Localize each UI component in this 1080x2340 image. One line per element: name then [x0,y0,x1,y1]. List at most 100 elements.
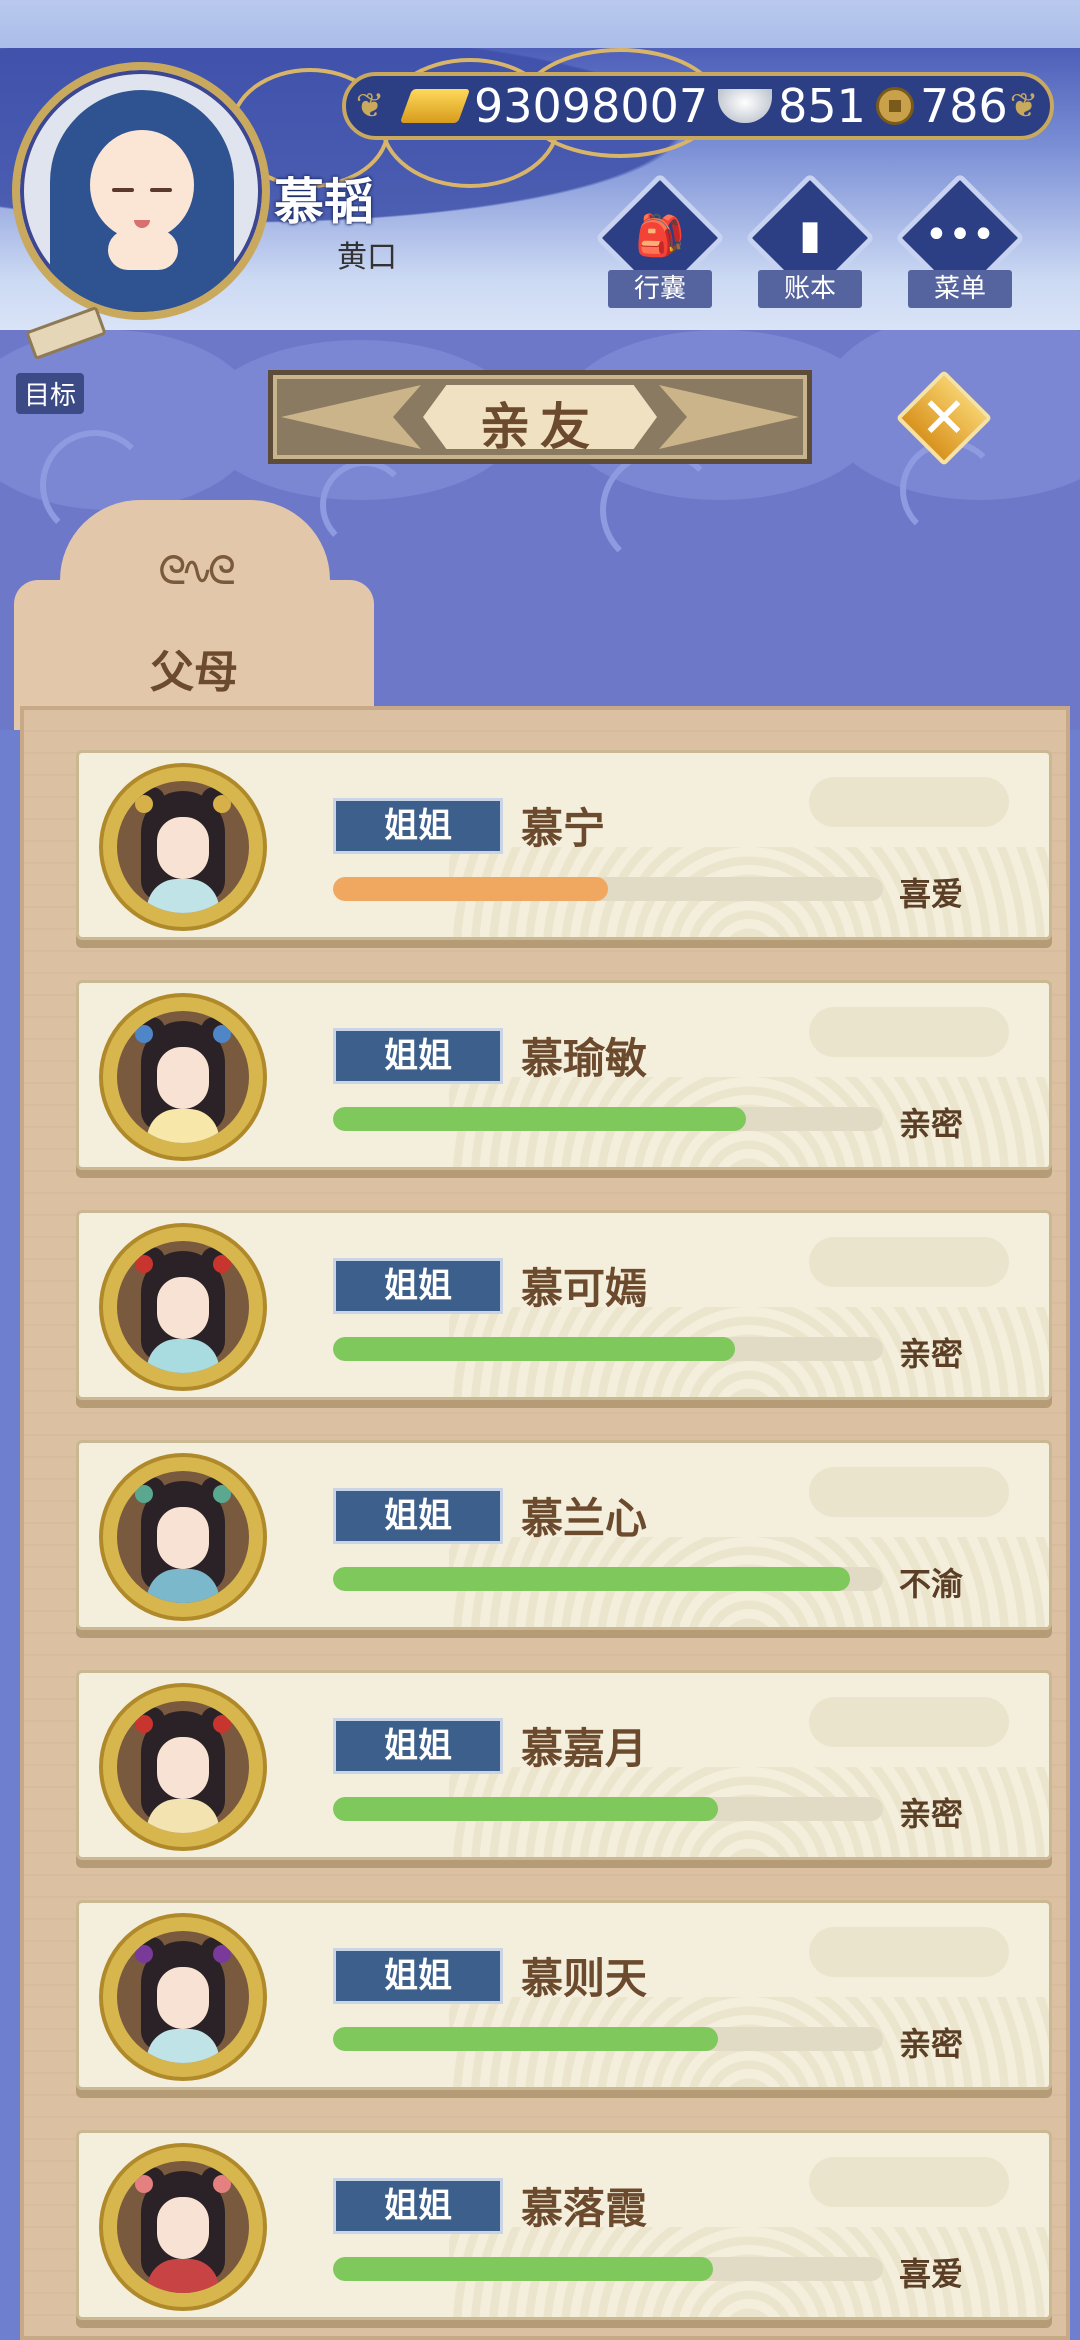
relatives-list[interactable]: 姐姐 慕宁 喜爱 姐姐 慕瑜敏 亲密 姐姐 慕可嫣 亲密 姐姐 慕兰心 不渝 姐… [20,706,1070,2340]
portrait-frame [99,1683,267,1851]
affinity-bar [333,1567,883,1591]
affinity-status: 喜爱 [899,2255,964,2293]
character-portrait [117,2161,249,2293]
affinity-bar-fill [333,1107,746,1131]
hair-ornament-icon [213,795,231,813]
portrait-frame [99,1223,267,1391]
relation-tag: 姐姐 [333,1258,503,1314]
hair-ornament-icon [135,1715,153,1733]
ledger-label: 账本 [758,270,862,308]
character-name: 慕则天 [521,1954,648,2003]
relative-card[interactable]: 姐姐 慕嘉月 亲密 [76,1670,1052,1860]
affinity-bar-fill [333,877,608,901]
character-portrait [117,781,249,913]
relation-tag: 姐姐 [333,1028,503,1084]
hair-ornament-icon [135,795,153,813]
character-name: 慕可嫣 [521,1264,648,1313]
bag-button[interactable]: 🎒 行囊 [594,172,726,312]
goal-button-label[interactable]: 目标 [16,373,85,414]
gold-amount: 93098007 [399,79,709,133]
affinity-bar-fill [333,1337,735,1361]
character-portrait [117,1701,249,1833]
character-name: 慕兰心 [521,1494,648,1543]
tab-parents-label: 父母 [150,647,238,698]
affinity-status: 亲密 [899,2025,964,2063]
affinity-bar-fill [333,2257,713,2281]
cloud-ornament-icon: ᘓ∿ᘓ [158,548,236,594]
portrait-frame [99,763,267,931]
player-name: 慕韬 [274,173,374,231]
hair-ornament-icon [213,1485,231,1503]
relative-card[interactable]: 姐姐 慕瑜敏 亲密 [76,980,1052,1170]
player-title: 黄口 [337,240,397,275]
hair-ornament-icon [213,2175,231,2193]
hair-ornament-icon [213,1715,231,1733]
portrait-frame [99,1913,267,2081]
currency-bar: ❦ 93098007 851 786 ❦ [342,72,1054,140]
goal-scroll-icon[interactable] [20,305,107,378]
relation-tag: 姐姐 [333,1488,503,1544]
hair-ornament-icon [213,1255,231,1273]
hair-ornament-icon [213,1945,231,1963]
character-portrait [117,1931,249,2063]
player-avatar[interactable] [12,62,270,320]
bag-label: 行囊 [608,270,712,308]
silver-value: 851 [778,79,866,133]
affinity-bar-fill [333,2027,718,2051]
affinity-bar [333,2027,883,2051]
hair-ornament-icon [135,1485,153,1503]
affinity-status: 亲密 [899,1795,964,1833]
relative-card[interactable]: 姐姐 慕兰心 不渝 [76,1440,1052,1630]
page-title: 亲友 [480,398,600,456]
affinity-bar [333,877,883,901]
relative-card[interactable]: 姐姐 慕宁 喜爱 [76,750,1052,940]
affinity-bar [333,1107,883,1131]
relative-card[interactable]: 姐姐 慕则天 亲密 [76,1900,1052,2090]
character-name: 慕宁 [521,804,606,853]
coin-amount: 786 [866,79,1008,133]
portrait-frame [99,993,267,1161]
silver-amount: 851 [708,79,866,133]
copper-coin-icon [875,87,914,125]
silver-ingot-icon [718,89,773,123]
character-portrait [117,1011,249,1143]
affinity-bar [333,1337,883,1361]
relative-card[interactable]: 姐姐 慕落霞 喜爱 [76,2130,1052,2320]
portrait-frame [99,2143,267,2311]
relation-tag: 姐姐 [333,2178,503,2234]
gold-ingot-icon [399,89,471,123]
more-icon: ••• [924,212,996,258]
bag-icon: 🎒 [635,213,685,259]
status-strip [0,0,1080,48]
hair-ornament-icon [135,1945,153,1963]
affinity-status: 不渝 [899,1565,964,1603]
tab-parents[interactable]: ᘓ∿ᘓ 父母 [14,500,374,730]
relation-tag: 姐姐 [333,1948,503,2004]
hair-ornament-icon [135,2175,153,2193]
affinity-bar [333,2257,883,2281]
relation-tag: 姐姐 [333,798,503,854]
relative-card[interactable]: 姐姐 慕可嫣 亲密 [76,1210,1052,1400]
affinity-status: 喜爱 [899,875,964,913]
relation-tag: 姐姐 [333,1718,503,1774]
hair-ornament-icon [213,1025,231,1043]
close-button[interactable]: ✕ [895,369,993,467]
character-portrait [117,1241,249,1373]
menu-button[interactable]: ••• 菜单 [894,172,1026,312]
affinity-bar-fill [333,1797,718,1821]
coin-value: 786 [919,79,1008,133]
affinity-bar [333,1797,883,1821]
affinity-bar-fill [333,1567,850,1591]
affinity-status: 亲密 [899,1335,964,1373]
character-portrait [117,1471,249,1603]
title-banner: 亲友 [268,370,812,464]
ledger-button[interactable]: ▮ 账本 [744,172,876,312]
character-name: 慕嘉月 [521,1724,648,1773]
gold-value: 93098007 [474,79,709,133]
leaf-ornament-icon: ❦ [1009,86,1039,126]
menu-label: 菜单 [908,270,1012,308]
portrait-frame [99,1453,267,1621]
hair-ornament-icon [135,1025,153,1043]
ledger-icon: ▮ [798,212,821,258]
leaf-ornament-icon: ❦ [355,86,385,126]
